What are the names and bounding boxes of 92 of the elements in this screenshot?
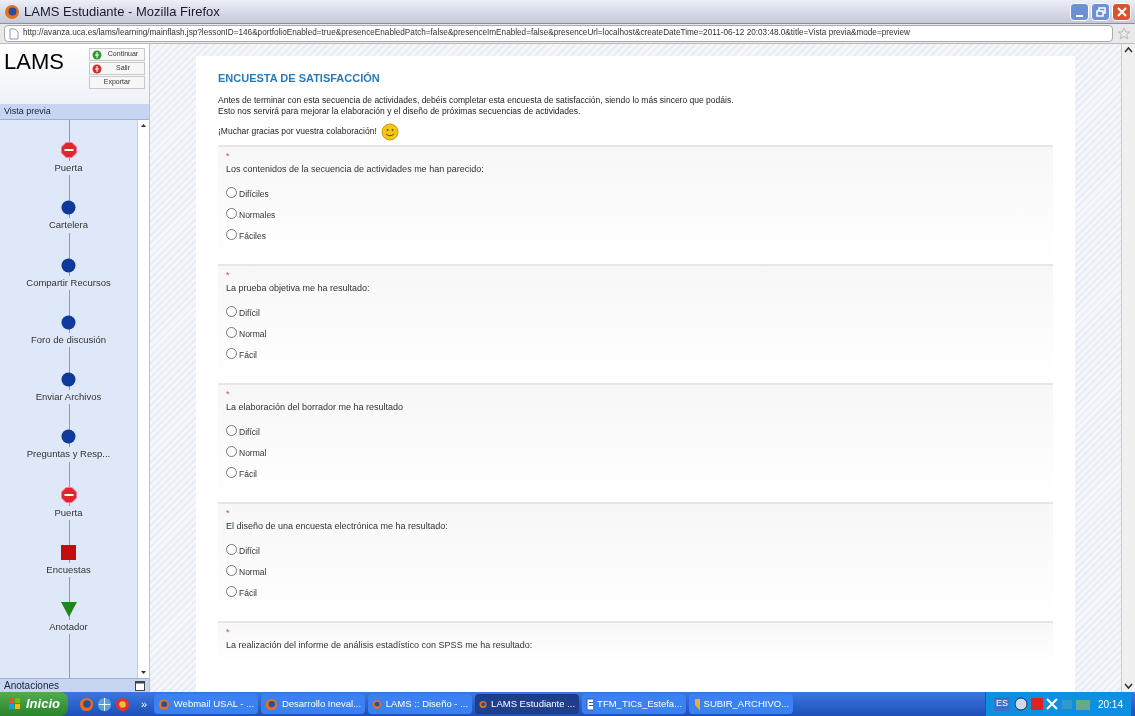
required-mark: * — [226, 507, 231, 518]
scrollbar[interactable] — [137, 120, 149, 678]
clock: 20:14 — [1097, 697, 1123, 712]
activity-label[interactable]: Foro de discusión — [30, 332, 107, 347]
activity-label[interactable]: Anotador — [48, 620, 89, 635]
stop-sign-icon[interactable] — [60, 142, 77, 158]
radio-button[interactable] — [226, 425, 237, 436]
option-label[interactable]: Fácil — [239, 583, 257, 600]
address-field[interactable]: http://avanza.uca.es/lams/learning/mainflash.jsp?lessonID=146&portfolioEnabled=true&presenceEnabledPatch=false&presenceImEnabled=false&presenceUrl=localhost&createDateTime=2011-06-12 20:03:48.0&title=Vista previa&mode=preview — [4, 25, 1113, 42]
circle-icon[interactable] — [114, 696, 130, 712]
option-label[interactable]: Normales — [239, 205, 276, 222]
notes-bar[interactable]: Anotaciones — [0, 678, 149, 692]
radio-button[interactable] — [226, 187, 237, 198]
option-label[interactable]: Normal — [239, 443, 267, 460]
minimize-icon — [1076, 14, 1083, 17]
radio-button[interactable] — [226, 208, 237, 219]
radio-button[interactable] — [226, 306, 237, 317]
question-text: Los contenidos de la secuencia de actividades me han parecido: — [226, 162, 485, 176]
activity-label[interactable]: Preguntas y Resp... — [25, 447, 112, 462]
required-mark: * — [226, 150, 231, 161]
radio-button[interactable] — [226, 446, 237, 457]
maximize-icon[interactable] — [135, 680, 145, 691]
browser-icon[interactable] — [78, 696, 94, 712]
option-label[interactable]: Fáciles — [239, 226, 266, 243]
option-label[interactable]: Difícil — [239, 541, 260, 558]
globe-icon[interactable] — [96, 696, 112, 712]
question-text: La realización del informe de análisis estadístico con SPSS me ha resultado: — [226, 638, 534, 652]
restore-button[interactable] — [1091, 2, 1110, 21]
circle-icon[interactable] — [61, 314, 76, 330]
radio-button[interactable] — [226, 544, 237, 555]
radio-button[interactable] — [226, 327, 237, 338]
activity-label[interactable]: Puerta — [53, 161, 84, 176]
option-label[interactable]: Difíciles — [239, 184, 269, 201]
radio-button[interactable] — [226, 348, 237, 359]
stop-sign-icon[interactable] — [60, 486, 77, 503]
smiley-icon — [380, 122, 399, 141]
browser-icon — [4, 3, 20, 20]
radio-button[interactable] — [226, 229, 237, 240]
option-label[interactable]: Normal — [239, 562, 267, 579]
taskbar-button[interactable]: SUBIR_ARCHIVO... — [689, 694, 794, 714]
language-indicator[interactable]: ES — [993, 697, 1010, 711]
triangle-icon[interactable] — [60, 602, 77, 617]
circle-icon[interactable] — [61, 200, 76, 216]
activity-label[interactable]: Encuestas — [45, 562, 92, 577]
survey-title: ENCUESTA DE SATISFACCIÓN — [218, 71, 381, 86]
option-label[interactable]: Fácil — [239, 464, 257, 481]
intro-text: Antes de terminar con esta secuencia de actividades, debéis completar esta encuesta de satisfacción, siendo lo más sincero que podáis. — [218, 94, 735, 106]
overflow-chevron[interactable]: » — [140, 695, 152, 713]
option-label[interactable]: Normal — [239, 324, 267, 341]
window-title: LAMS Estudiante - Mozilla Firefox — [24, 2, 220, 21]
browser-icon — [158, 697, 170, 711]
scrollbar[interactable] — [1121, 44, 1135, 692]
taskbar-button[interactable]: LAMS Estudiante ... — [475, 694, 580, 714]
start-button[interactable]: Inicio — [0, 692, 68, 716]
square-icon[interactable] — [61, 544, 76, 560]
circle-icon[interactable] — [61, 429, 76, 445]
browser-icon — [372, 697, 382, 711]
circle-icon[interactable] — [61, 372, 76, 387]
required-mark: * — [226, 388, 231, 399]
close-button[interactable] — [1112, 2, 1131, 21]
page-icon — [9, 27, 19, 40]
taskbar-button[interactable]: Webmail USAL - ... — [154, 694, 259, 714]
option-label[interactable]: Difícil — [239, 422, 260, 439]
taskbar-button[interactable]: Desarrollo Ineval... — [261, 694, 366, 714]
minimize-button[interactable] — [1070, 2, 1089, 21]
flag-icon — [8, 697, 22, 711]
option-label[interactable]: Fácil — [239, 345, 257, 362]
question-text: La elaboración del borrador me ha resultado — [226, 400, 405, 414]
close-icon — [1116, 6, 1127, 17]
activity-label[interactable]: Puerta — [53, 505, 84, 520]
activity-label[interactable]: Compartir Recursos — [25, 275, 112, 290]
document-icon — [586, 697, 594, 711]
logo: LAMS — [4, 48, 64, 76]
required-mark: * — [226, 626, 231, 637]
question-text: La prueba objetiva me ha resultado: — [226, 281, 371, 295]
restore-icon — [1095, 6, 1106, 17]
browser-icon — [265, 697, 278, 711]
taskbar-button[interactable]: LAMS :: Diseño - ... — [368, 694, 473, 714]
activity-label[interactable]: Enviar Archivos — [34, 390, 103, 405]
required-mark: * — [226, 269, 231, 280]
radio-button[interactable] — [226, 467, 237, 478]
radio-button[interactable] — [226, 565, 237, 576]
circle-icon[interactable] — [61, 257, 76, 273]
star-icon[interactable] — [1117, 26, 1131, 41]
option-label[interactable]: Difícil — [239, 303, 260, 320]
activity-label[interactable]: Cartelera — [47, 218, 90, 233]
taskbar-button[interactable]: TFM_TICs_Estefa... — [582, 694, 687, 714]
question-text: El diseño de una encuesta electrónica me ha resultado: — [226, 519, 449, 533]
radio-button[interactable] — [226, 586, 237, 597]
thanks-text: ¡Muchar gracias por vuestra colaboración! — [218, 125, 377, 138]
intro-text: Esto nos servirá para mejorar la elaboración y el diseño de próximas secuencias de actividades. — [218, 105, 582, 117]
panel-header: Vista previa — [0, 104, 149, 120]
